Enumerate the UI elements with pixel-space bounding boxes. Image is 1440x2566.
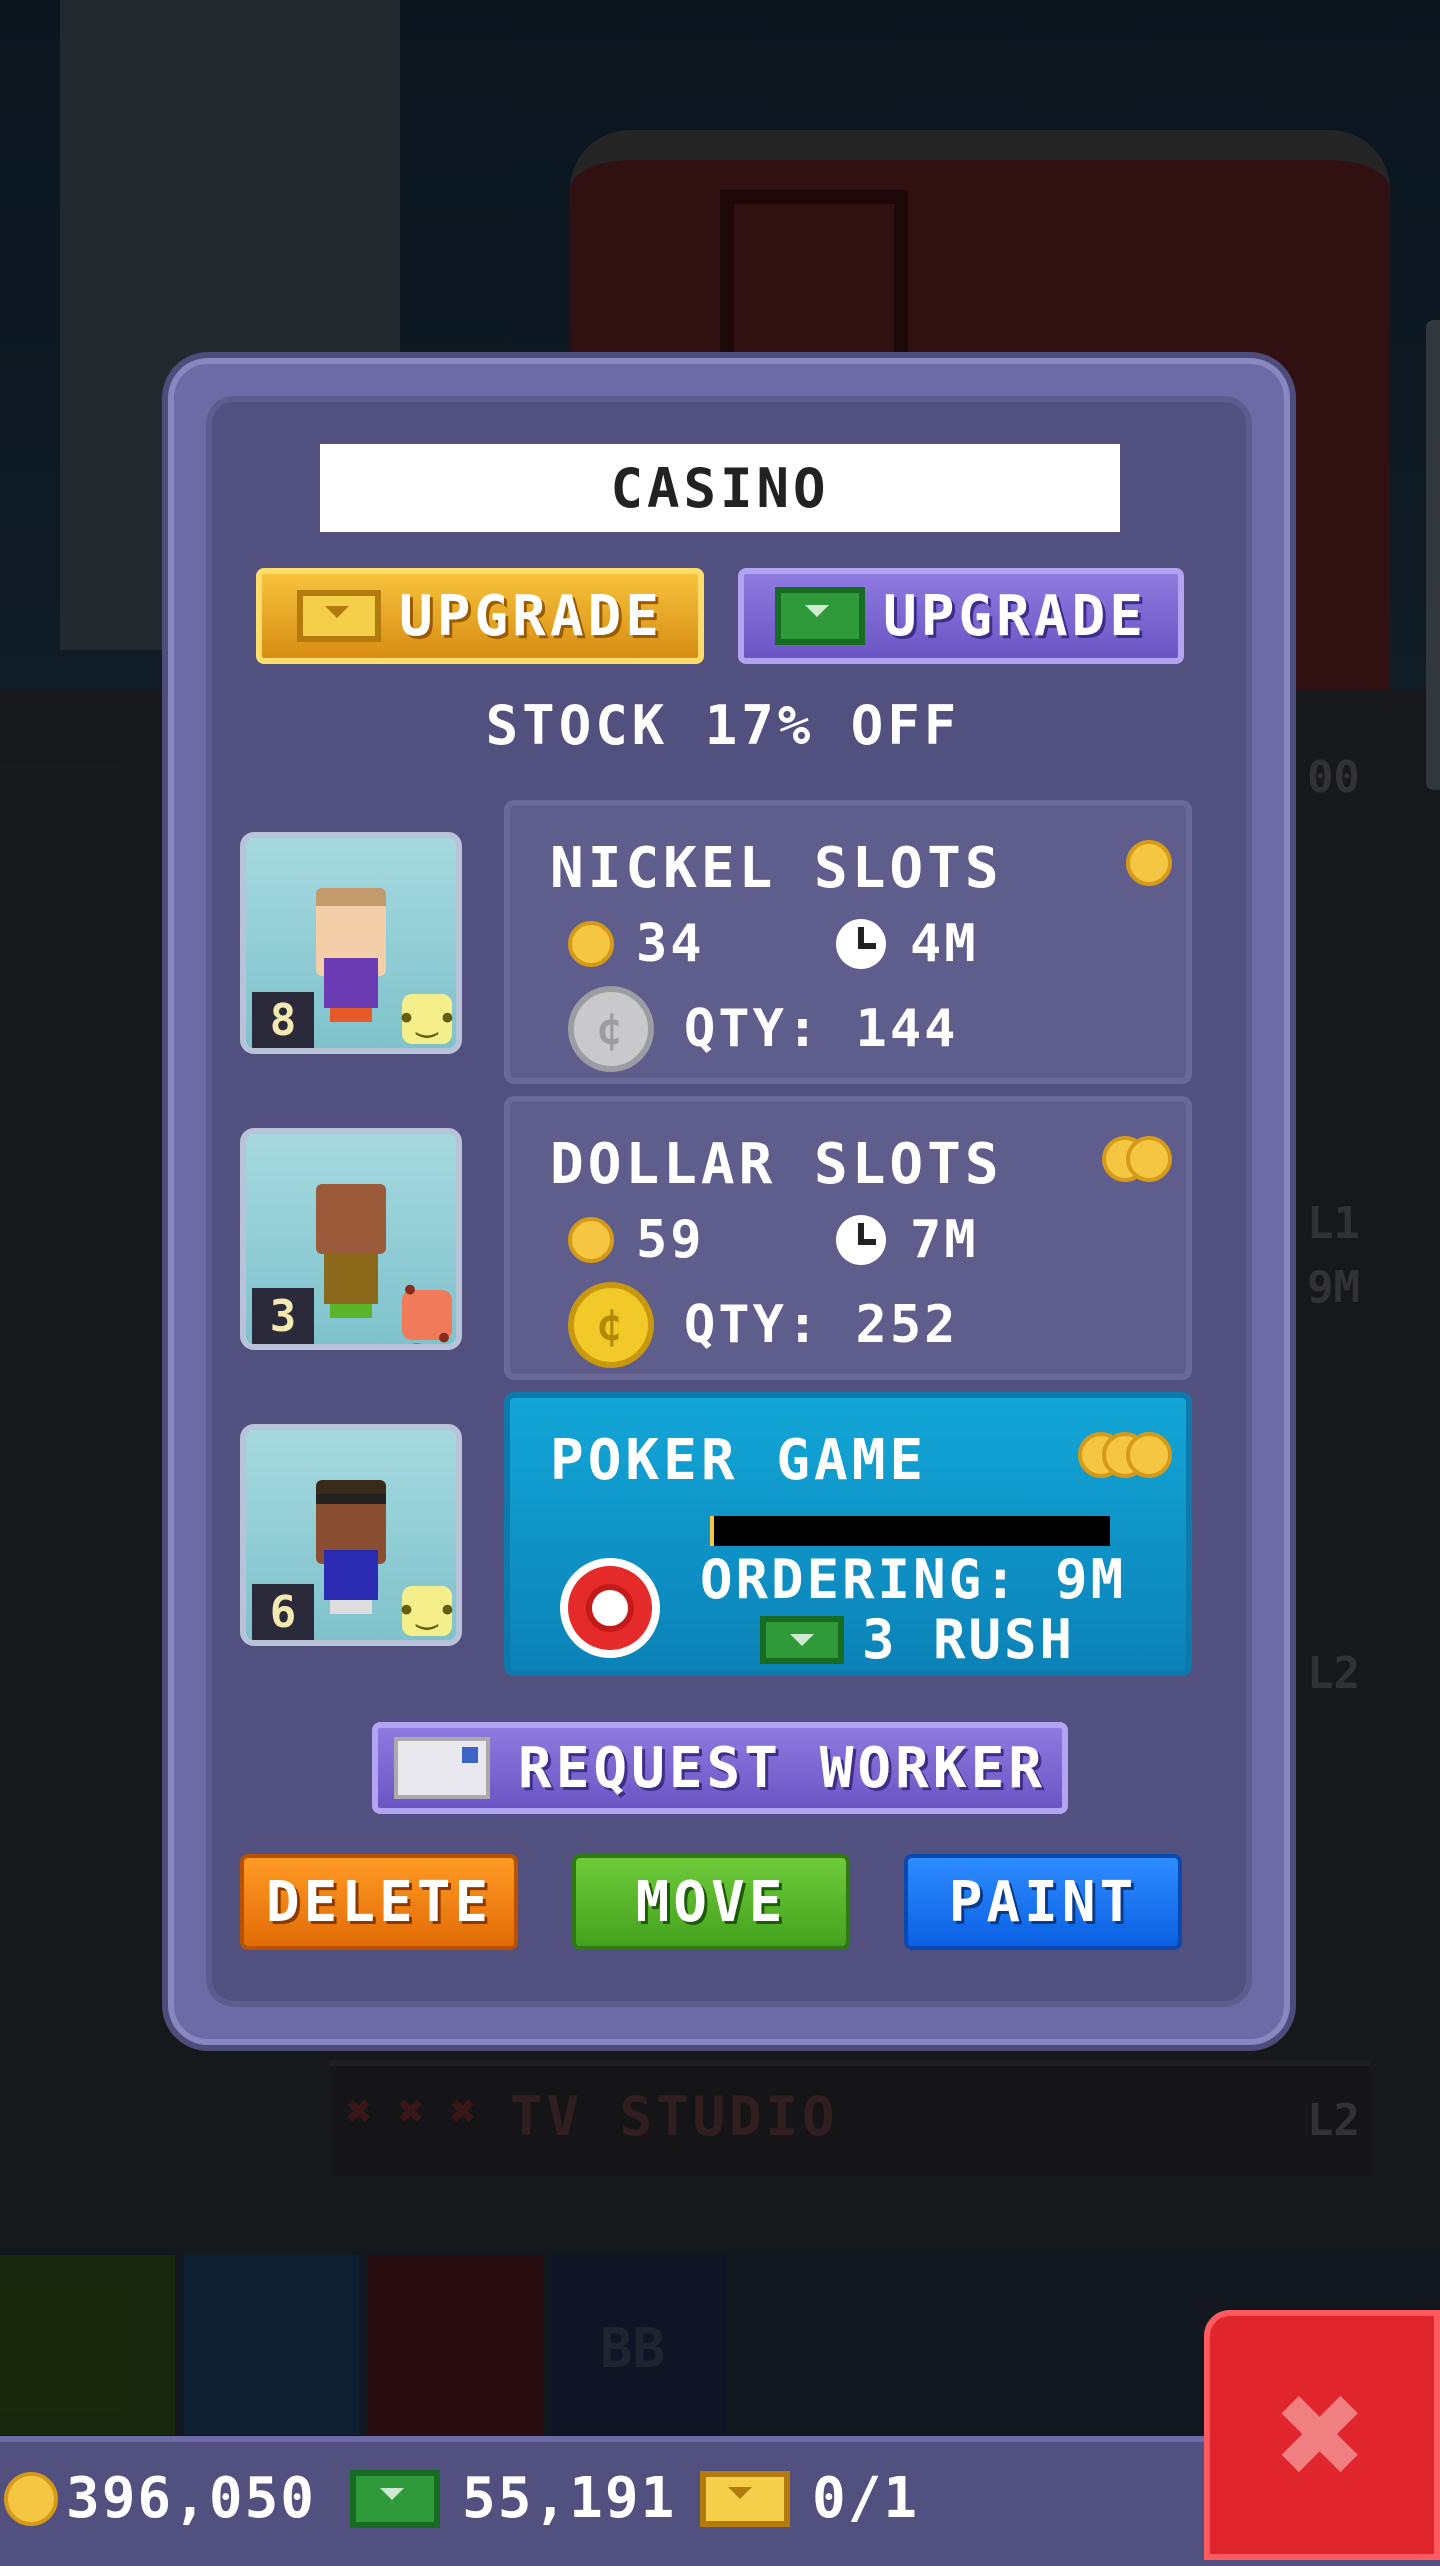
coin-icon [4,2471,58,2526]
product-cost: 34 [636,914,705,974]
worker-body [324,1254,378,1304]
progress-fill [710,1516,714,1546]
upgrade-label: UPGRADE [882,583,1147,649]
product-nickel-slots[interactable]: NICKEL SLOTS 34 4M ¢ QTY: 144 [504,800,1192,1084]
clock-icon [836,1215,886,1265]
tier-coins [1078,1432,1172,1478]
delete-button[interactable]: DELETE [240,1854,518,1950]
worker-card[interactable]: 6 •‿• [240,1424,462,1646]
product-time: 7M [910,1210,979,1270]
product-quantity: QTY: 252 [684,1295,959,1355]
product-name: POKER GAME [550,1428,928,1493]
close-button[interactable]: ✖ [1204,2310,1440,2560]
coins-value: 396,050 [66,2466,317,2531]
request-worker-button[interactable]: REQUEST WORKER [372,1722,1068,1814]
worker-skill-level: 6 [252,1584,314,1640]
clock-icon [836,919,886,969]
ordering-status: ORDERING: 9M [700,1548,1127,1611]
upgrade-with-tickets-button[interactable]: UPGRADE [256,568,704,664]
worker-legs [330,1304,372,1318]
coin-icon [1126,1136,1172,1182]
worker-skill-level: 3 [252,1288,314,1344]
bux-value: 55,191 [462,2466,677,2531]
worker-card[interactable]: 3 •︵• [240,1128,462,1350]
golden-ticket-icon [700,2470,790,2527]
tickets-counter: 0/1 [700,2466,919,2531]
worker-legs [330,1008,372,1022]
ordering-progress-bar [710,1516,1110,1546]
product-time: 4M [910,914,979,974]
coin-icon [1126,1432,1172,1478]
product-name: NICKEL SLOTS [550,836,1003,901]
upgrade-with-bux-button[interactable]: UPGRADE [738,568,1184,664]
coins-counter: 396,050 [4,2466,316,2531]
neutral-face-icon: •‿• [396,994,456,1044]
neutral-face-icon: •‿• [396,1586,456,1636]
worker-avatar [316,1184,386,1254]
bux-counter: 55,191 [350,2466,676,2531]
rush-button[interactable]: 3 RUSH [760,1608,1075,1671]
request-worker-label: REQUEST WORKER [517,1735,1046,1801]
tower-bux-icon [350,2469,440,2528]
golden-ticket-icon [296,590,381,642]
nickel-chip-icon: ¢ [568,986,654,1072]
upgrade-label: UPGRADE [398,583,663,649]
tickets-value: 0/1 [812,2466,920,2531]
rush-label: 3 RUSH [862,1608,1076,1671]
worker-card[interactable]: 8 •‿• [240,832,462,1054]
paint-button[interactable]: PAINT [904,1854,1182,1950]
worker-legs [330,1600,372,1614]
tower-bux-icon [760,1615,844,1664]
mail-icon [393,1737,490,1799]
stock-discount-text: STOCK 17% OFF [485,694,961,757]
dialog-title: CASINO [320,444,1120,532]
product-quantity: QTY: 144 [684,999,959,1059]
tier-coins [1126,840,1172,886]
coin-icon [568,1217,614,1263]
worker-body [324,958,378,1008]
coin-icon [568,921,614,967]
dollar-chip-icon: ¢ [568,1282,654,1368]
worker-skill-level: 8 [252,992,314,1048]
product-poker-game[interactable]: POKER GAME ORDERING: 9M 3 RUSH [504,1392,1192,1676]
tower-bux-icon [774,587,865,645]
unhappy-face-icon: •︵• [399,1270,455,1350]
coin-icon [1126,840,1172,886]
poker-chip-icon [560,1558,660,1658]
product-dollar-slots[interactable]: DOLLAR SLOTS 59 7M ¢ QTY: 252 [504,1096,1192,1380]
worker-body [324,1550,378,1600]
move-button[interactable]: MOVE [572,1854,850,1950]
tier-coins [1102,1136,1172,1182]
product-name: DOLLAR SLOTS [550,1132,1003,1197]
product-cost: 59 [636,1210,705,1270]
close-icon: ✖ [1276,2348,1368,2522]
